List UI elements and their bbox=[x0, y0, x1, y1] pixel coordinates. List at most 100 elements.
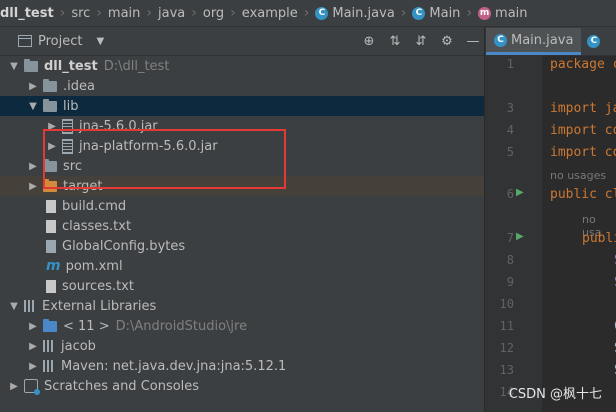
tree-item-globalconfig[interactable]: GlobalConfig.bytes bbox=[0, 236, 484, 256]
java-class-icon: C bbox=[315, 6, 329, 20]
code-editor: C Main.java C 1 package c 3 import ja 4 … bbox=[485, 27, 616, 412]
hide-panel-icon[interactable]: — bbox=[462, 34, 484, 49]
tree-item-idea[interactable]: ▶ .idea bbox=[0, 76, 484, 96]
tree-item-jar-jna-platform[interactable]: ▶ jna-platform-5.6.0.jar bbox=[0, 136, 484, 156]
code-line: 7 ▶ publi bbox=[486, 231, 616, 253]
chevron-right-icon: › bbox=[96, 5, 102, 21]
tree-item-build-cmd[interactable]: build.cmd bbox=[0, 196, 484, 216]
settings-gear-icon[interactable]: ⚙ bbox=[436, 34, 458, 49]
collapse-all-icon[interactable]: ⇵ bbox=[410, 34, 432, 49]
breadcrumb-org[interactable]: org bbox=[197, 6, 224, 21]
chevron-right-icon[interactable]: ▶ bbox=[46, 141, 58, 152]
project-view-selector[interactable]: Project bbox=[38, 34, 82, 49]
code-line: 13 S bbox=[486, 363, 616, 385]
maven-label: Maven: net.java.dev.jna:jna:5.12.1 bbox=[61, 358, 287, 374]
breadcrumb-example[interactable]: example bbox=[236, 6, 298, 21]
breadcrumb-method[interactable]: m main bbox=[472, 5, 528, 21]
project-panel-header: Project ▼ ⊕ ⇅ ⇵ ⚙ — bbox=[0, 27, 484, 56]
idea-label: .idea bbox=[63, 78, 95, 94]
tree-item-jdk[interactable]: ▶ < 11 > D:\AndroidStudio\jre bbox=[0, 316, 484, 336]
tree-item-sources-txt[interactable]: sources.txt bbox=[0, 276, 484, 296]
chevron-right-icon: › bbox=[230, 5, 236, 21]
code-text[interactable]: public cl bbox=[550, 187, 616, 202]
tab-main-java[interactable]: C Main.java bbox=[486, 28, 582, 55]
code-line: 10 bbox=[486, 297, 616, 319]
chevron-down-icon[interactable]: ▼ bbox=[96, 36, 104, 47]
line-number: 13 bbox=[499, 363, 514, 377]
breadcrumb-main[interactable]: main bbox=[102, 6, 140, 21]
breadcrumb-src[interactable]: src bbox=[65, 6, 90, 21]
breadcrumb-project[interactable]: dll_test bbox=[0, 6, 54, 21]
run-icon[interactable]: ▶ bbox=[516, 187, 524, 198]
tree-item-classes-txt[interactable]: classes.txt bbox=[0, 216, 484, 236]
code-text[interactable]: package c bbox=[550, 57, 616, 72]
line-number: 12 bbox=[499, 341, 514, 355]
tree-item-external-libraries[interactable]: ▼ External Libraries bbox=[0, 296, 484, 316]
panel-toolbar: ⊕ ⇅ ⇵ ⚙ — bbox=[354, 27, 484, 55]
chevron-right-icon[interactable]: ▶ bbox=[27, 161, 39, 172]
jar-jna-label: jna-5.6.0.jar bbox=[79, 118, 158, 134]
chevron-down-icon[interactable]: ▼ bbox=[27, 101, 39, 112]
locate-file-icon[interactable]: ⊕ bbox=[358, 34, 380, 49]
chevron-down-icon[interactable]: ▼ bbox=[8, 61, 20, 72]
root-path: D:\dll_test bbox=[103, 58, 170, 74]
java-class-icon: C bbox=[494, 33, 507, 47]
usage-hint[interactable]: no usages bbox=[550, 169, 606, 182]
breadcrumb-java[interactable]: java bbox=[152, 6, 185, 21]
tree-item-pom[interactable]: m pom.xml bbox=[0, 256, 484, 276]
chevron-right-icon[interactable]: ▶ bbox=[27, 341, 39, 352]
tree-item-maven-jna[interactable]: ▶ Maven: net.java.dev.jna:jna:5.12.1 bbox=[0, 356, 484, 376]
chevron-right-icon[interactable]: ▶ bbox=[8, 381, 20, 392]
jar-archive-icon bbox=[62, 118, 73, 134]
library-icon bbox=[43, 360, 55, 372]
run-icon[interactable]: ▶ bbox=[516, 231, 524, 242]
expand-all-icon[interactable]: ⇅ bbox=[384, 34, 406, 49]
breadcrumb-class-label: Main bbox=[429, 5, 461, 21]
code-line: 4 import co bbox=[486, 123, 616, 145]
build-label: build.cmd bbox=[62, 198, 127, 214]
classes-label: classes.txt bbox=[62, 218, 132, 234]
code-text[interactable]: import ja bbox=[550, 101, 616, 116]
chevron-right-icon: › bbox=[466, 5, 473, 21]
scratches-icon bbox=[24, 379, 40, 395]
chevron-right-icon: › bbox=[59, 5, 66, 21]
tab-next[interactable]: C bbox=[581, 28, 604, 55]
lib-label: lib bbox=[63, 98, 79, 114]
chevron-right-icon: › bbox=[303, 5, 310, 21]
breadcrumb-class[interactable]: C Main bbox=[406, 6, 460, 21]
chevron-right-icon[interactable]: ▶ bbox=[27, 321, 39, 332]
tree-item-jar-jna[interactable]: ▶ jna-5.6.0.jar bbox=[0, 116, 484, 136]
sources-label: sources.txt bbox=[62, 278, 134, 294]
excluded-folder-icon bbox=[43, 178, 57, 192]
line-number: 4 bbox=[506, 123, 514, 137]
code-line: 11 C bbox=[486, 319, 616, 341]
text-file-icon bbox=[46, 219, 56, 233]
chevron-right-icon[interactable]: ▶ bbox=[27, 81, 39, 92]
code-line: 3 import ja bbox=[486, 101, 616, 123]
tree-item-root[interactable]: ▼ dll_test D:\dll_test bbox=[0, 56, 484, 76]
code-line: 12 S bbox=[486, 341, 616, 363]
binary-file-icon bbox=[46, 239, 56, 253]
code-text[interactable]: import co bbox=[550, 145, 616, 160]
jdk-folder-icon bbox=[43, 318, 57, 332]
code-text[interactable]: import co bbox=[550, 123, 616, 138]
code-text[interactable]: publi bbox=[582, 231, 616, 246]
chevron-right-icon[interactable]: ▶ bbox=[27, 181, 39, 192]
tree-item-target[interactable]: ▶ target bbox=[0, 176, 484, 196]
chevron-right-icon: › bbox=[191, 5, 197, 21]
chevron-right-icon[interactable]: ▶ bbox=[46, 121, 58, 132]
java-class-icon: C bbox=[587, 35, 601, 48]
breadcrumb-file[interactable]: C Main.java bbox=[309, 6, 395, 21]
project-window-icon bbox=[18, 35, 32, 47]
tree-item-src[interactable]: ▶ src bbox=[0, 156, 484, 176]
chevron-right-icon: › bbox=[400, 5, 407, 21]
line-number: 9 bbox=[506, 275, 514, 289]
code-line: 9 S bbox=[486, 275, 616, 297]
chevron-right-icon[interactable]: ▶ bbox=[27, 361, 39, 372]
jdk-path: D:\AndroidStudio\jre bbox=[115, 318, 248, 334]
tree-item-lib[interactable]: ▼ lib bbox=[0, 96, 484, 116]
tree-item-scratches[interactable]: ▶ Scratches and Consoles bbox=[0, 376, 484, 396]
breadcrumb-method-label: main bbox=[495, 5, 528, 21]
tree-item-jacob[interactable]: ▶ jacob bbox=[0, 336, 484, 356]
chevron-down-icon[interactable]: ▼ bbox=[8, 301, 20, 312]
